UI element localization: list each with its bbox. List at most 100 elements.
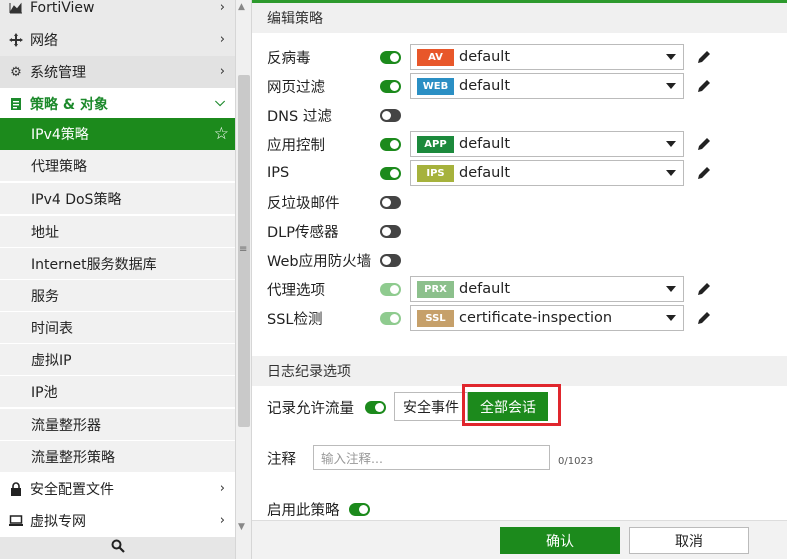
webfilter-toggle[interactable] bbox=[380, 79, 401, 93]
sidebar-item-schedules[interactable]: 时间表 bbox=[0, 312, 235, 344]
sidebar-item-label: IPv4策略 bbox=[31, 127, 89, 143]
waf-label: Web应用防火墙 bbox=[267, 253, 372, 270]
dropdown-caret-icon bbox=[666, 315, 676, 321]
webfilter-row: 网页过滤 bbox=[267, 73, 401, 99]
sidebar-item-traffic-shaping-policy[interactable]: 流量整形策略 bbox=[0, 441, 235, 473]
gear-icon: ⚙ bbox=[10, 64, 22, 80]
webfilter-label: 网页过滤 bbox=[267, 79, 325, 96]
edit-pencil-icon[interactable] bbox=[696, 136, 712, 152]
edit-pencil-icon[interactable] bbox=[696, 281, 712, 297]
antispam-row: 反垃圾邮件 bbox=[267, 189, 401, 215]
search-icon[interactable] bbox=[111, 539, 125, 557]
sidebar-item-internet-service-db[interactable]: Internet服务数据库 bbox=[0, 248, 235, 280]
appcontrol-row: 应用控制 bbox=[267, 131, 401, 157]
antispam-label: 反垃圾邮件 bbox=[267, 195, 340, 212]
sidebar-item-policy-objects[interactable]: 策略 & 对象 ⌵ bbox=[0, 88, 235, 120]
chevron-right-icon: › bbox=[219, 513, 225, 528]
ips-row: IPS bbox=[267, 160, 401, 186]
av-badge: AV bbox=[417, 48, 454, 66]
proxy-options-select[interactable]: PRX default bbox=[410, 276, 684, 302]
edit-pencil-icon[interactable] bbox=[696, 78, 712, 94]
webfilter-profile-select[interactable]: WEB default bbox=[410, 73, 684, 99]
appcontrol-profile-select[interactable]: APP default bbox=[410, 131, 684, 157]
webfilter-profile-value: default bbox=[459, 78, 511, 94]
sidebar-item-ip-pools[interactable]: IP池 bbox=[0, 376, 235, 408]
comment-char-counter: 0/1023 bbox=[558, 456, 594, 467]
sidebar-item-label: FortiView bbox=[30, 0, 95, 16]
ssl-inspection-select[interactable]: SSL certificate-inspection bbox=[410, 305, 684, 331]
scroll-up-icon[interactable]: ▲ bbox=[238, 2, 245, 12]
dnsfilter-label: DNS 过滤 bbox=[267, 108, 332, 125]
sidebar-item-fortiview[interactable]: FortiView › bbox=[0, 0, 235, 24]
sidebar-search-bar[interactable] bbox=[0, 537, 235, 559]
log-allowed-row: 记录允许流量 bbox=[267, 394, 386, 420]
sidebar-item-label: 虚拟专网 bbox=[30, 514, 86, 530]
ssl-badge: SSL bbox=[417, 309, 454, 327]
edit-pencil-icon[interactable] bbox=[696, 49, 712, 65]
edit-pencil-icon[interactable] bbox=[696, 310, 712, 326]
proxy-options-toggle[interactable] bbox=[380, 282, 401, 296]
waf-row: Web应用防火墙 bbox=[267, 247, 401, 273]
ssl-inspection-toggle[interactable] bbox=[380, 311, 401, 325]
dnsfilter-toggle[interactable] bbox=[380, 108, 401, 122]
highlight-box bbox=[462, 384, 561, 426]
ok-button[interactable]: 确认 bbox=[500, 527, 620, 554]
sidebar-item-ipv4-policy[interactable]: IPv4策略 ☆ bbox=[0, 118, 235, 150]
sidebar-item-services[interactable]: 服务 bbox=[0, 280, 235, 312]
dropdown-caret-icon bbox=[666, 141, 676, 147]
web-badge: WEB bbox=[417, 77, 454, 95]
sidebar-item-proxy-policy[interactable]: 代理策略 bbox=[0, 150, 235, 182]
security-events-button[interactable]: 安全事件 bbox=[394, 392, 468, 421]
waf-toggle[interactable] bbox=[380, 253, 401, 267]
edit-pencil-icon[interactable] bbox=[696, 165, 712, 181]
dlp-toggle[interactable] bbox=[380, 224, 401, 238]
sidebar-item-addresses[interactable]: 地址 bbox=[0, 216, 235, 248]
ips-profile-select[interactable]: IPS default bbox=[410, 160, 684, 186]
dialog-footer: 确认 取消 bbox=[252, 520, 787, 559]
appcontrol-label: 应用控制 bbox=[267, 137, 325, 154]
sidebar-item-label: 虚拟IP bbox=[31, 352, 72, 369]
antivirus-label: 反病毒 bbox=[267, 50, 311, 67]
proxy-options-row: 代理选项 bbox=[267, 276, 401, 302]
appcontrol-profile-value: default bbox=[459, 136, 511, 152]
antispam-toggle[interactable] bbox=[380, 195, 401, 209]
sidebar-item-label: 地址 bbox=[31, 224, 59, 241]
antivirus-profile-select[interactable]: AV default bbox=[410, 44, 684, 70]
sidebar-item-label: 网络 bbox=[30, 33, 58, 49]
chevron-down-icon: ⌵ bbox=[215, 95, 225, 110]
antivirus-toggle[interactable] bbox=[380, 50, 401, 64]
cancel-button[interactable]: 取消 bbox=[629, 527, 749, 554]
sidebar-item-label: 系统管理 bbox=[30, 65, 86, 81]
scroll-down-icon[interactable]: ▼ bbox=[238, 522, 245, 532]
ssl-inspection-row: SSL检测 bbox=[267, 305, 401, 331]
sidebar-item-system[interactable]: ⚙ 系统管理 › bbox=[0, 56, 235, 88]
dropdown-caret-icon bbox=[666, 83, 676, 89]
ssl-inspection-value: certificate-inspection bbox=[459, 310, 613, 326]
sidebar-item-traffic-shapers[interactable]: 流量整形器 bbox=[0, 409, 235, 441]
sidebar-scrollbar[interactable]: ▲ ≡ ▼ bbox=[235, 0, 252, 559]
enable-policy-toggle[interactable] bbox=[349, 502, 370, 516]
chevron-right-icon: › bbox=[219, 32, 225, 47]
sidebar-item-label: IPv4 DoS策略 bbox=[31, 191, 122, 208]
log-allowed-label: 记录允许流量 bbox=[267, 400, 354, 417]
sidebar-item-security-profiles[interactable]: 安全配置文件 › bbox=[0, 473, 235, 505]
app-badge: APP bbox=[417, 135, 454, 153]
antivirus-profile-value: default bbox=[459, 49, 511, 65]
sidebar-item-label: IP池 bbox=[31, 384, 58, 401]
star-icon[interactable]: ☆ bbox=[214, 124, 229, 144]
policy-editor: 编辑策略 反病毒 AV default 网页过滤 WEB default DNS… bbox=[252, 0, 787, 559]
comment-label: 注释 bbox=[267, 451, 296, 468]
sidebar-item-label: 安全配置文件 bbox=[30, 482, 114, 498]
sidebar-item-virtual-ip[interactable]: 虚拟IP bbox=[0, 344, 235, 376]
sidebar-item-vpn[interactable]: 虚拟专网 › bbox=[0, 505, 235, 537]
sidebar-item-label: 服务 bbox=[31, 288, 59, 305]
sidebar-item-label: Internet服务数据库 bbox=[31, 256, 157, 273]
appcontrol-toggle[interactable] bbox=[380, 137, 401, 151]
log-allowed-toggle[interactable] bbox=[365, 400, 386, 414]
comment-textarea[interactable]: 输入注释... bbox=[313, 445, 550, 470]
sidebar-item-dos-policy[interactable]: IPv4 DoS策略 bbox=[0, 183, 235, 215]
document-icon bbox=[8, 96, 24, 112]
sidebar-item-network[interactable]: 网络 › bbox=[0, 24, 235, 56]
comment-row: 注释 bbox=[267, 445, 307, 471]
ips-toggle[interactable] bbox=[380, 166, 401, 180]
